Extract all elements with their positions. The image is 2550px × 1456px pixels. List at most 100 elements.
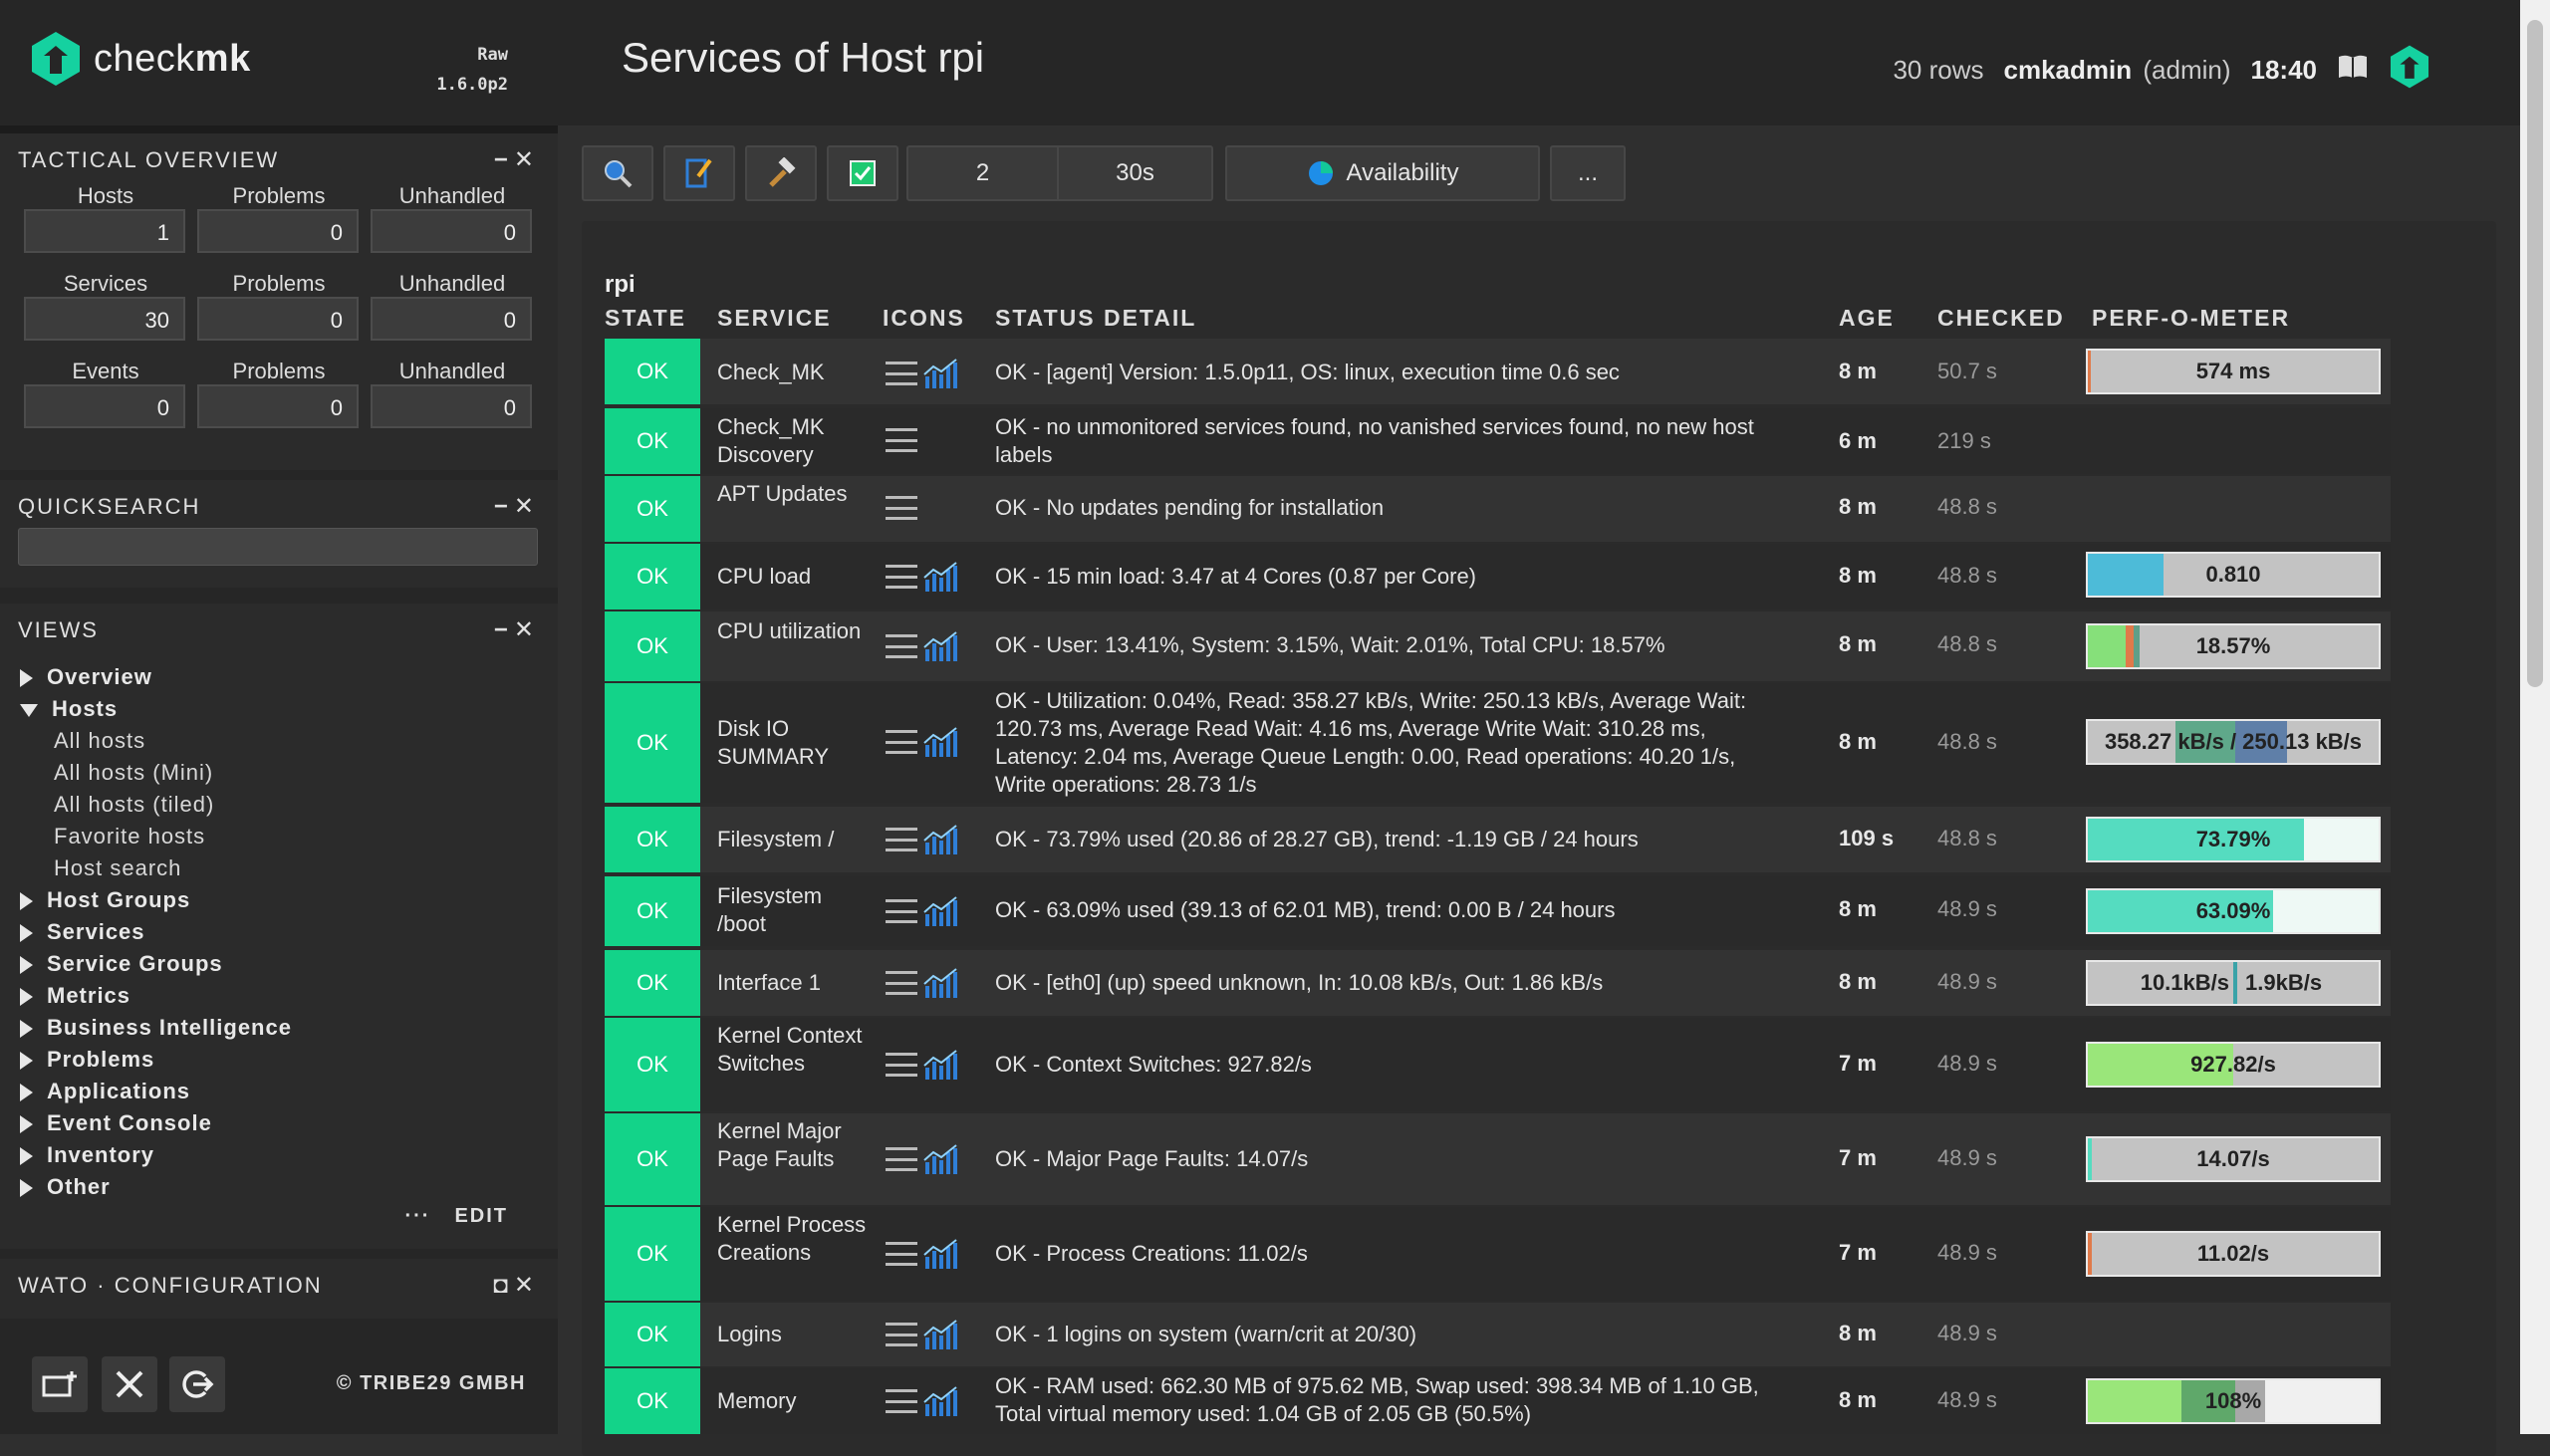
close-icon[interactable]: ✕ — [514, 146, 540, 173]
perf-o-meter[interactable]: 18.57% — [2086, 623, 2381, 669]
action-menu-icon[interactable] — [886, 899, 917, 923]
state-badge[interactable]: OK — [605, 683, 700, 803]
views-link-favorite-hosts[interactable]: Favorite hosts — [54, 821, 205, 852]
table-row[interactable]: OK Kernel Major Page Faults OK - Major P… — [605, 1113, 2391, 1205]
add-snapin-button[interactable] — [32, 1356, 88, 1412]
views-item-service-groups[interactable]: Service Groups — [20, 948, 223, 980]
table-row[interactable]: OK Check_MK OK - [agent] Version: 1.5.0p… — [605, 339, 2391, 404]
graph-icon[interactable] — [923, 1320, 957, 1349]
perf-o-meter[interactable]: 73.79% — [2086, 817, 2381, 862]
perf-o-meter[interactable]: 0.810 — [2086, 552, 2381, 598]
events-problems[interactable]: 0 — [197, 384, 359, 428]
views-item-inventory[interactable]: Inventory — [20, 1139, 154, 1171]
snapin-title[interactable]: VIEWS — [18, 617, 99, 643]
graph-icon[interactable] — [923, 727, 957, 757]
services-unhandled[interactable]: 0 — [371, 297, 532, 341]
table-row[interactable]: OK Logins OK - 1 logins on system (warn/… — [605, 1303, 2391, 1366]
checkmk-logo[interactable]: checkmk — [30, 30, 251, 88]
service-name[interactable]: APT Updates — [717, 480, 867, 508]
col-status-detail[interactable]: STATUS DETAIL — [995, 305, 1196, 332]
action-menu-icon[interactable] — [886, 1323, 917, 1346]
page-scrollbar[interactable] — [2520, 0, 2550, 1434]
action-menu-icon[interactable] — [886, 971, 917, 995]
state-badge[interactable]: OK — [605, 1303, 700, 1366]
table-row[interactable]: OK Check_MK Discovery OK - no unmonitore… — [605, 408, 2391, 474]
state-badge[interactable]: OK — [605, 339, 700, 404]
state-badge[interactable]: OK — [605, 950, 700, 1016]
action-menu-icon[interactable] — [886, 1242, 917, 1266]
views-edit-link[interactable]: ··· EDIT — [404, 1205, 508, 1228]
action-menu-icon[interactable] — [886, 362, 917, 385]
table-row[interactable]: OK Kernel Process Creations OK - Process… — [605, 1207, 2391, 1301]
action-menu-icon[interactable] — [886, 565, 917, 589]
services-count[interactable]: 30 — [24, 297, 185, 341]
snapin-title[interactable]: QUICKSEARCH — [18, 494, 200, 520]
action-menu-icon[interactable] — [886, 1053, 917, 1077]
perf-o-meter[interactable]: 358.27 kB/s / 250.13 kB/s — [2086, 719, 2381, 765]
refresh-interval-button[interactable]: 30s — [1059, 147, 1211, 199]
perf-o-meter[interactable]: 108% — [2086, 1378, 2381, 1424]
action-menu-icon[interactable] — [886, 428, 917, 452]
perf-o-meter[interactable]: 11.02/s — [2086, 1231, 2381, 1277]
table-row[interactable]: OK Disk IO SUMMARY OK - Utilization: 0.0… — [605, 683, 2391, 803]
state-badge[interactable]: OK — [605, 611, 700, 681]
action-menu-icon[interactable] — [886, 634, 917, 658]
service-name[interactable]: Disk IO SUMMARY — [717, 715, 867, 771]
graph-icon[interactable] — [923, 562, 957, 592]
commands-button[interactable] — [745, 145, 817, 201]
action-menu-icon[interactable] — [886, 496, 917, 520]
table-row[interactable]: OK Filesystem / OK - 73.79% used (20.86 … — [605, 807, 2391, 872]
service-name[interactable]: Kernel Context Switches — [717, 1022, 867, 1078]
edit-sidebar-button[interactable] — [102, 1356, 157, 1412]
views-item-problems[interactable]: Problems — [20, 1044, 154, 1076]
checkmk-home-icon[interactable] — [2389, 44, 2430, 97]
col-checked[interactable]: CHECKED — [1937, 305, 2065, 332]
graph-icon[interactable] — [923, 825, 957, 854]
views-item-overview[interactable]: Overview — [20, 661, 152, 693]
views-link-host-search[interactable]: Host search — [54, 852, 181, 884]
hosts-unhandled[interactable]: 0 — [371, 209, 532, 253]
views-item-services[interactable]: Services — [20, 916, 145, 948]
state-badge[interactable]: OK — [605, 544, 700, 609]
action-menu-icon[interactable] — [886, 828, 917, 851]
service-name[interactable]: Kernel Major Page Faults — [717, 1117, 867, 1173]
snapin-title[interactable]: WATO · CONFIGURATION — [18, 1273, 323, 1299]
service-name[interactable]: Filesystem /boot — [717, 882, 867, 938]
state-badge[interactable]: OK — [605, 1018, 700, 1111]
quicksearch-input[interactable] — [18, 528, 538, 566]
views-item-hosts[interactable]: Hosts — [20, 693, 118, 725]
table-row[interactable]: OK Filesystem /boot OK - 63.09% used (39… — [605, 876, 2391, 946]
table-row[interactable]: OK APT Updates OK - No updates pending f… — [605, 476, 2391, 542]
service-name[interactable]: Memory — [717, 1387, 867, 1415]
views-link-all-hosts-tiled[interactable]: All hosts (tiled) — [54, 789, 214, 821]
minimize-icon[interactable]: − — [494, 616, 514, 643]
col-state[interactable]: STATE — [605, 305, 686, 332]
views-link-all-hosts[interactable]: All hosts — [54, 725, 145, 757]
perf-o-meter[interactable]: 10.1kB/s 1.9kB/s — [2086, 960, 2381, 1006]
service-name[interactable]: Kernel Process Creations — [717, 1211, 867, 1267]
table-row[interactable]: OK Interface 1 OK - [eth0] (up) speed un… — [605, 950, 2391, 1016]
service-name[interactable]: Interface 1 — [717, 969, 867, 997]
services-problems[interactable]: 0 — [197, 297, 359, 341]
table-row[interactable]: OK Memory OK - RAM used: 662.30 MB of 97… — [605, 1368, 2391, 1434]
service-name[interactable]: CPU load — [717, 563, 867, 591]
col-service[interactable]: SERVICE — [717, 305, 832, 332]
snapin-title[interactable]: TACTICAL OVERVIEW — [18, 147, 279, 173]
maximize-icon[interactable]: ◘ — [493, 1272, 514, 1299]
checkboxes-button[interactable] — [827, 145, 898, 201]
close-icon[interactable]: ✕ — [514, 1272, 540, 1299]
scrollbar-thumb[interactable] — [2527, 20, 2543, 687]
events-unhandled[interactable]: 0 — [371, 384, 532, 428]
graph-icon[interactable] — [923, 631, 957, 661]
graph-icon[interactable] — [923, 1050, 957, 1080]
events-count[interactable]: 0 — [24, 384, 185, 428]
views-link-all-hosts-mini[interactable]: All hosts (Mini) — [54, 757, 213, 789]
state-badge[interactable]: OK — [605, 1113, 700, 1205]
views-item-metrics[interactable]: Metrics — [20, 980, 130, 1012]
graph-icon[interactable] — [923, 1144, 957, 1174]
state-badge[interactable]: OK — [605, 1207, 700, 1301]
host-group-label[interactable]: rpi — [605, 271, 636, 299]
minimize-icon[interactable]: − — [494, 146, 514, 173]
action-menu-icon[interactable] — [886, 1147, 917, 1171]
views-item-other[interactable]: Other — [20, 1171, 111, 1203]
